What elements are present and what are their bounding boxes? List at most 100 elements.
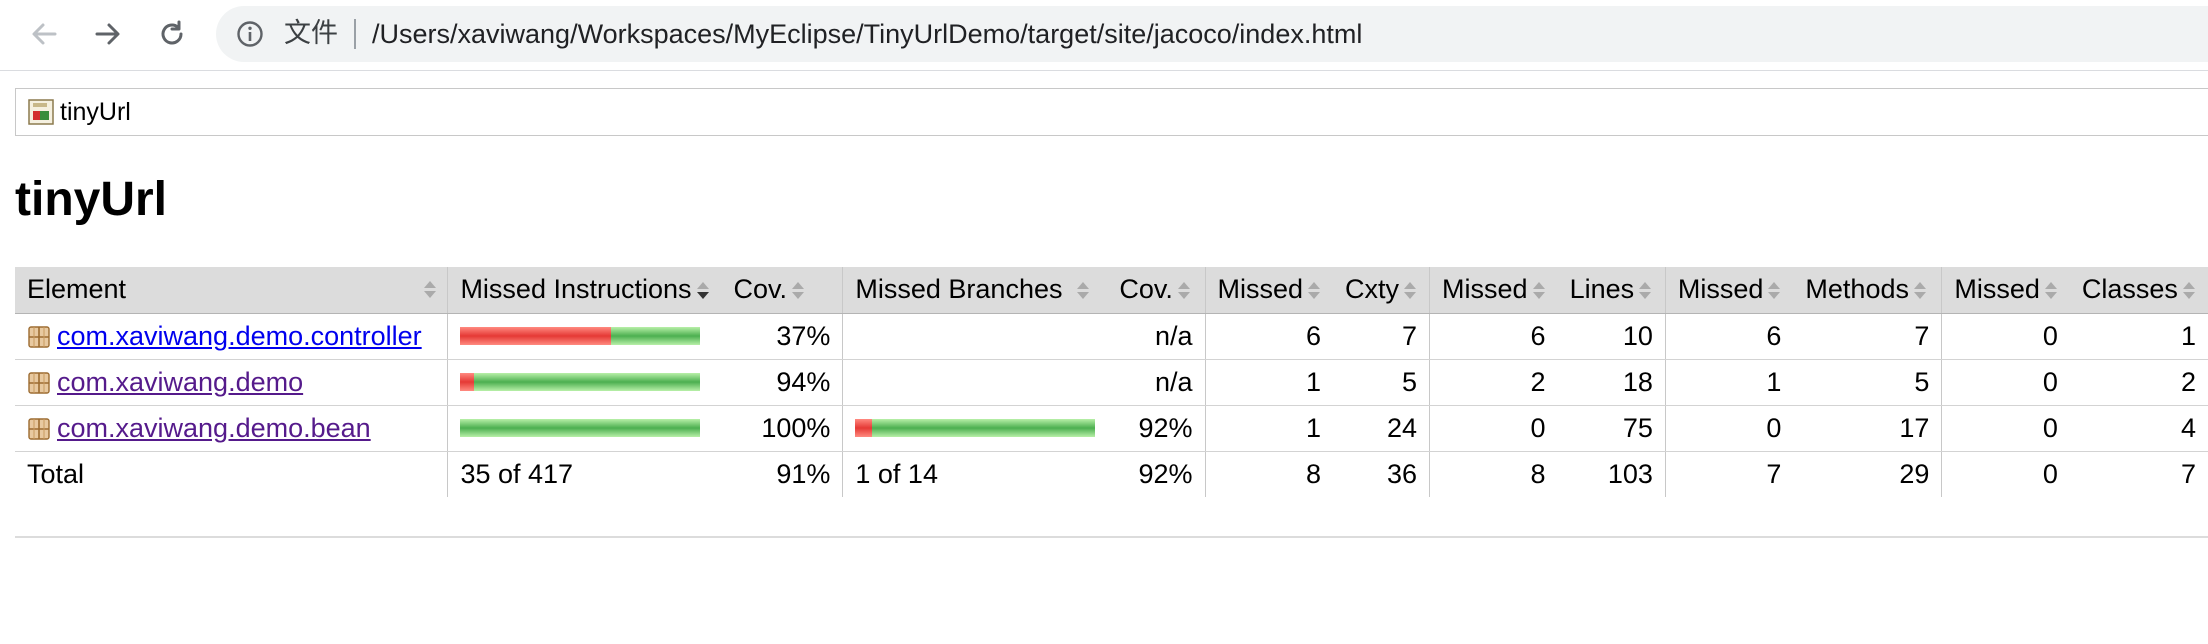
header-label: Missed: [1217, 274, 1304, 305]
omnibox-divider: [354, 19, 356, 49]
coverage-bar: [460, 419, 709, 437]
lines: 10: [1557, 313, 1666, 360]
total-lines-missed: 8: [1429, 451, 1558, 497]
sort-icon: [1076, 282, 1090, 300]
header-instr-cov[interactable]: Cov.: [721, 267, 843, 314]
coverage-bar: [855, 419, 1096, 437]
missed-bar-segment: [855, 419, 873, 437]
missed-bar-segment: [460, 327, 612, 345]
header-methods-missed[interactable]: Missed: [1664, 267, 1794, 314]
missed-instructions-bar-cell: [447, 313, 722, 360]
header-classes[interactable]: Classes: [2069, 267, 2208, 314]
cxty-missed: 1: [1204, 359, 1334, 406]
header-branch-cov[interactable]: Cov.: [1107, 267, 1206, 314]
header-missed-instructions[interactable]: Missed Instructions: [447, 267, 722, 314]
info-icon[interactable]: [236, 20, 264, 48]
lines: 18: [1557, 359, 1666, 406]
header-label: Missed: [1442, 274, 1528, 305]
reload-button[interactable]: [152, 14, 192, 54]
url-text[interactable]: /Users/xaviwang/Workspaces/MyEclipse/Tin…: [372, 16, 1362, 52]
sort-icon: [791, 282, 805, 300]
header-label: Missed: [1677, 274, 1764, 305]
package-icon: [28, 418, 50, 441]
classes: 1: [2069, 313, 2208, 360]
header-label: Element: [27, 274, 127, 305]
total-row: Total 35 of 417 91% 1 of 14 92% 8 36 8 1…: [15, 451, 2208, 497]
cxty: 5: [1333, 359, 1430, 406]
element-cell: com.xaviwang.demo.bean: [15, 405, 448, 452]
header-label: Missed: [1954, 274, 2040, 305]
address-bar[interactable]: 文件 /Users/xaviwang/Workspaces/MyEclipse/…: [216, 6, 2208, 62]
back-button[interactable]: [24, 14, 64, 54]
sort-desc-icon: [696, 282, 710, 300]
classes-missed: 0: [1941, 405, 2070, 452]
coverage-bar: [460, 327, 709, 345]
branch-cov: 92%: [1107, 405, 1206, 452]
package-link[interactable]: com.xaviwang.demo.controller: [57, 321, 422, 351]
missed-instructions-bar-cell: [447, 359, 722, 406]
missed-branches-bar-cell: [842, 313, 1108, 360]
classes-missed: 0: [1941, 313, 2070, 360]
branch-cov: n/a: [1107, 359, 1206, 406]
total-cxty-missed: 8: [1204, 451, 1334, 497]
header-label: Classes: [2081, 274, 2178, 305]
methods: 17: [1793, 405, 1942, 452]
classes: 4: [2069, 405, 2208, 452]
total-branches: 1 of 14: [842, 451, 1108, 497]
missed-bar-segment: [460, 373, 475, 391]
lines-missed: 0: [1429, 405, 1558, 452]
cxty-missed: 1: [1204, 405, 1334, 452]
header-lines-missed[interactable]: Missed: [1429, 267, 1558, 314]
methods-missed: 0: [1664, 405, 1794, 452]
header-cxty-missed[interactable]: Missed: [1204, 267, 1334, 314]
header-methods[interactable]: Methods: [1793, 267, 1942, 314]
package-icon: [28, 326, 50, 349]
sort-icon: [1913, 282, 1927, 300]
header-cxty[interactable]: Cxty: [1333, 267, 1430, 314]
footer-divider: [15, 536, 2208, 538]
header-missed-branches[interactable]: Missed Branches: [842, 267, 1108, 314]
lines-missed: 2: [1429, 359, 1558, 406]
package-link[interactable]: com.xaviwang.demo: [57, 367, 303, 397]
instr-cov: 94%: [721, 359, 843, 406]
sort-icon: [423, 281, 437, 299]
element-cell: com.xaviwang.demo: [15, 359, 448, 406]
instr-cov: 100%: [721, 405, 843, 452]
sort-icon: [1767, 282, 1781, 300]
sort-icon: [1307, 282, 1321, 300]
reload-icon: [161, 20, 183, 45]
total-instr-cov: 91%: [776, 458, 831, 489]
sort-icon: [1403, 282, 1417, 300]
sort-icon: [1638, 282, 1652, 300]
methods: 5: [1793, 359, 1942, 406]
total-label: Total: [27, 458, 85, 489]
header-classes-missed[interactable]: Missed: [1941, 267, 2070, 314]
header-lines[interactable]: Lines: [1557, 267, 1666, 314]
covered-bar-segment: [460, 419, 701, 437]
total-branch-cov: 92%: [1138, 458, 1193, 489]
total-methods: 29: [1899, 458, 1930, 489]
missed-branches-bar-cell: [842, 405, 1108, 452]
forward-button[interactable]: [88, 14, 128, 54]
package-link[interactable]: com.xaviwang.demo.bean: [57, 413, 371, 443]
header-element[interactable]: Element: [15, 267, 448, 314]
total-classes: 7: [2180, 458, 2196, 489]
coverage-table: Element Missed Instructions Cov. Missed …: [15, 267, 2208, 497]
total-classes-missed: 0: [1941, 451, 2070, 497]
methods: 7: [1793, 313, 1942, 360]
instr-cov: 37%: [721, 313, 843, 360]
classes-missed: 0: [1941, 359, 2070, 406]
total-lines: 103: [1607, 458, 1653, 489]
breadcrumb-label: tinyUrl: [60, 97, 131, 126]
sort-icon: [1177, 282, 1191, 300]
table-row: com.xaviwang.demo.controller 37% n/a 6 7 6 10 6…: [15, 313, 2208, 360]
total-instructions: 35 of 417: [447, 451, 722, 497]
header-label: Cov.: [1119, 274, 1173, 305]
browser-toolbar: 文件 /Users/xaviwang/Workspaces/MyEclipse/…: [0, 0, 2208, 71]
missed-branches-bar-cell: [842, 359, 1108, 406]
header-label: Lines: [1569, 274, 1635, 305]
file-scheme-label: 文件: [284, 18, 338, 49]
header-label: Cxty: [1345, 274, 1400, 305]
header-label: Missed Branches: [855, 274, 1063, 305]
methods-missed: 6: [1664, 313, 1794, 360]
